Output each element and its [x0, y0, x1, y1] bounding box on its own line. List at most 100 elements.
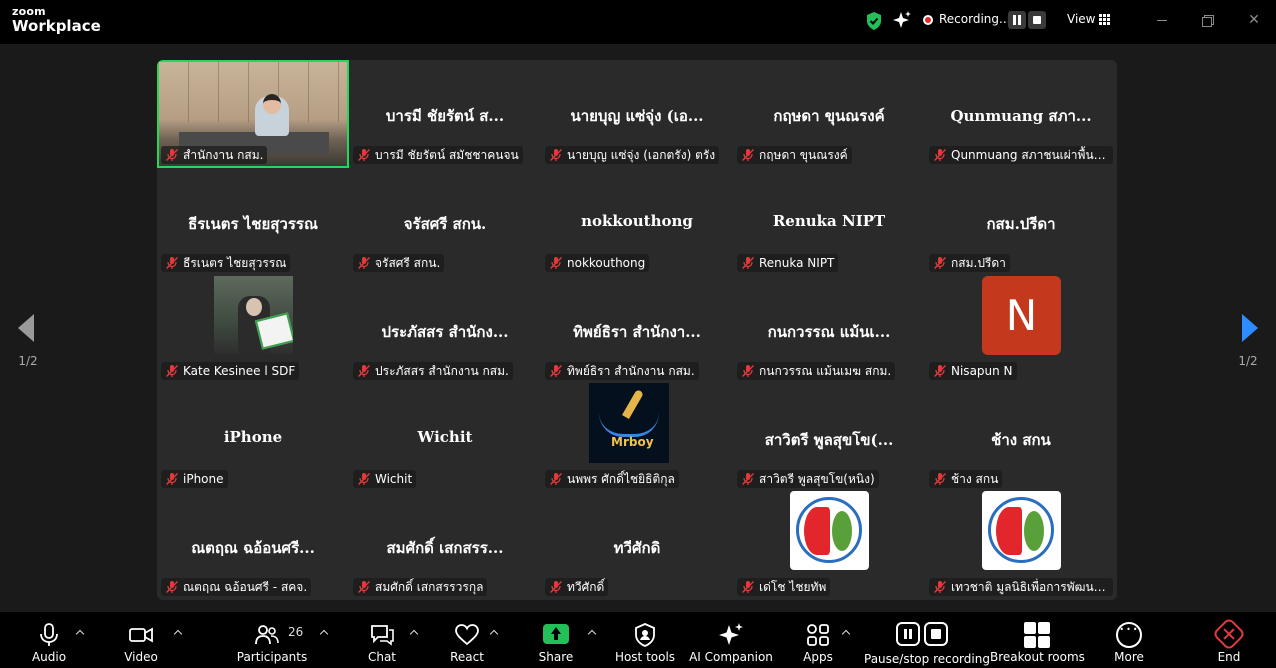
more-icon	[1116, 619, 1142, 648]
participant-name: นพพร ศักดิ์ไชยิธิติกุล	[567, 472, 675, 486]
participants-options-caret-icon[interactable]	[320, 628, 328, 636]
restore-window-button[interactable]	[1198, 10, 1218, 30]
participant-tile[interactable]: บารมี ชัยรัตน์ ส... บารมี ชัยรัตน์ สมัชชา…	[349, 60, 541, 168]
host-shield-icon	[635, 623, 655, 647]
participant-name: Wichit	[375, 472, 413, 486]
participant-tile[interactable]: Kate Kesinee l SDF	[157, 276, 349, 384]
participant-tile[interactable]: สำนักงาน กสม.	[157, 60, 349, 168]
participants-button[interactable]: 26 Participants	[236, 612, 308, 668]
participant-tile[interactable]: N Nisapun N	[925, 276, 1117, 384]
participant-name-label: นพพร ศักดิ์ไชยิธิติกุล	[545, 470, 679, 488]
more-button[interactable]: More	[1104, 612, 1154, 668]
participant-name: กสม.ปรีดา	[951, 256, 1006, 270]
participant-logo	[982, 491, 1061, 570]
view-grid-icon[interactable]	[1099, 14, 1110, 25]
participant-name: ประภัสสร สำนักงาน กสม.	[375, 364, 509, 378]
participant-tile[interactable]: ช้าง สกน ช้าง สกน	[925, 384, 1117, 492]
pause-icon	[896, 622, 920, 646]
participant-name-label: ทิพย์ธิรา สำนักงาน กสม.	[545, 362, 699, 380]
previous-page-button[interactable]: 1/2	[0, 290, 56, 374]
react-options-caret-icon[interactable]	[490, 628, 498, 636]
share-options-caret-icon[interactable]	[588, 628, 596, 636]
audio-button[interactable]: Audio	[20, 612, 78, 668]
next-page-button[interactable]: 1/2	[1220, 290, 1276, 374]
apps-button[interactable]: Apps	[792, 612, 844, 668]
participant-name-label: สมศักดิ์ เสกสรรวรกุล	[353, 578, 488, 596]
participant-logo: Mrboy	[589, 383, 669, 463]
participant-tile[interactable]: กฤษดา ขุนณรงค์ กฤษดา ขุนณรงค์	[733, 60, 925, 168]
recording-indicator-icon	[923, 15, 933, 25]
chat-button[interactable]: Chat	[354, 612, 410, 668]
participant-tile[interactable]: ธีรเนตร ไชยสุวรรณ ธีรเนตร ไชยสุวรรณ	[157, 168, 349, 276]
close-window-button[interactable]: ✕	[1244, 10, 1264, 30]
ai-companion-button[interactable]: AI Companion	[688, 612, 774, 668]
participant-tile[interactable]: ประภัสสร สำนักง... ประภัสสร สำนักงาน กสม.	[349, 276, 541, 384]
stop-icon	[924, 622, 948, 646]
stop-recording-button[interactable]	[1028, 11, 1046, 29]
participant-tile[interactable]: นายบุญ แซ่จุ่ง (เอ... นายบุญ แซ่จุ่ง (เอก…	[541, 60, 733, 168]
participant-tile[interactable]: เด่โช ไชยทัพ	[733, 491, 925, 600]
video-options-caret-icon[interactable]	[174, 628, 182, 636]
participant-display-name: สมศักดิ์ เสกสรร...	[386, 539, 504, 557]
participant-name-label: สาวิตรี พูลสุขโข(หนิง)	[737, 470, 879, 488]
page-indicator-right: 1/2	[1238, 354, 1258, 368]
minimize-window-button[interactable]	[1152, 10, 1172, 30]
audio-options-caret-icon[interactable]	[76, 628, 84, 636]
video-button[interactable]: Video	[112, 612, 170, 668]
pause-stop-recording-button[interactable]: Pause/stop recording	[864, 612, 990, 668]
participant-tile[interactable]: nokkouthong nokkouthong	[541, 168, 733, 276]
participant-tile[interactable]: ณตฤณ ฉอ้อนศรี... ณตฤณ ฉอ้อนศรี - สคจ.	[157, 492, 349, 600]
participant-name: สำนักงาน กสม.	[183, 148, 264, 162]
participant-tile[interactable]: Mrboy นพพร ศักดิ์ไชยิธิติกุล	[541, 383, 733, 492]
brand-workplace: Workplace	[12, 17, 101, 35]
participant-name-label: เด่โช ไชยทัพ	[737, 578, 831, 596]
participant-display-name: ช้าง สกน	[991, 431, 1051, 449]
ai-sparkle-icon[interactable]	[893, 11, 911, 29]
participant-display-name: จรัสศรี สกน.	[403, 215, 487, 233]
share-screen-button[interactable]: Share	[528, 612, 584, 668]
chat-label: Chat	[367, 650, 397, 664]
apps-options-caret-icon[interactable]	[842, 628, 850, 636]
participant-tile[interactable]: กนกวรรณ แม้นเ... กนกวรรณ แม้นเมฆ สกม.	[733, 276, 925, 384]
participant-display-name: กนกวรรณ แม้นเ...	[767, 323, 891, 341]
breakout-rooms-button[interactable]: Breakout rooms	[990, 612, 1085, 668]
participant-tile[interactable]: สาวิตรี พูลสุขโข(... สาวิตรี พูลสุขโข(หนิ…	[733, 384, 925, 492]
participant-name-label: iPhone	[161, 470, 228, 488]
participant-logo	[790, 491, 869, 570]
brand-zoom: zoom	[12, 5, 46, 18]
participants-count: 26	[288, 625, 304, 639]
participant-tile[interactable]: กสม.ปรีดา กสม.ปรีดา	[925, 168, 1117, 276]
participant-name: nokkouthong	[567, 256, 646, 270]
participant-tile[interactable]: Renuka NIPT Renuka NIPT	[733, 168, 925, 276]
participant-tile[interactable]: จรัสศรี สกน. จรัสศรี สกน.	[349, 168, 541, 276]
recording-status: Recording...	[939, 12, 1011, 26]
pause-stop-recording-label: Pause/stop recording	[864, 652, 990, 666]
react-button[interactable]: React	[438, 612, 496, 668]
participant-name: ทิพย์ธิรา สำนักงาน กสม.	[567, 364, 695, 378]
end-label: End	[1217, 650, 1241, 664]
chat-options-caret-icon[interactable]	[410, 628, 418, 636]
participant-tile[interactable]: Qunmuang สภา... Qunmuang สภาชนเผ่าพื้นเมื…	[925, 60, 1117, 168]
participant-name: ณตฤณ ฉอ้อนศรี - สคจ.	[183, 580, 308, 594]
participant-tile[interactable]: ทวีศักดิ ทวีศักดิ์	[541, 492, 733, 600]
view-menu-label[interactable]: View	[1067, 12, 1095, 26]
host-tools-button[interactable]: Host tools	[612, 612, 678, 668]
participant-tile[interactable]: Wichit Wichit	[349, 384, 541, 492]
participant-name-label: กฤษดา ขุนณรงค์	[737, 146, 852, 164]
end-meeting-button[interactable]: End	[1206, 612, 1252, 668]
participant-tile[interactable]: iPhone iPhone	[157, 384, 349, 492]
participant-tile[interactable]: เทวชาติ มูลนิธิเพื่อการพัฒนาที่ยั่...	[925, 491, 1117, 600]
participant-tile[interactable]: สมศักดิ์ เสกสรร... สมศักดิ์ เสกสรรวรกุล	[349, 492, 541, 600]
participant-profile-photo	[214, 276, 293, 354]
participant-display-name: ทวีศักดิ	[613, 539, 661, 557]
participant-display-name: กฤษดา ขุนณรงค์	[773, 107, 885, 125]
participant-display-name: สาวิตรี พูลสุขโข(...	[764, 431, 894, 449]
participant-tile[interactable]: ทิพย์ธิรา สำนักงา... ทิพย์ธิรา สำนักงาน ก…	[541, 276, 733, 384]
participant-name: นายบุญ แซ่จุ่ง (เอกตรัง) ตรัง	[567, 148, 716, 162]
participant-name-label: นายบุญ แซ่จุ่ง (เอกตรัง) ตรัง	[545, 146, 720, 164]
share-label: Share	[538, 650, 574, 664]
participant-name-label: ประภัสสร สำนักงาน กสม.	[353, 362, 513, 380]
encryption-shield-icon[interactable]	[865, 11, 883, 31]
breakout-rooms-label: Breakout rooms	[990, 650, 1085, 664]
pause-recording-button[interactable]	[1008, 11, 1026, 29]
